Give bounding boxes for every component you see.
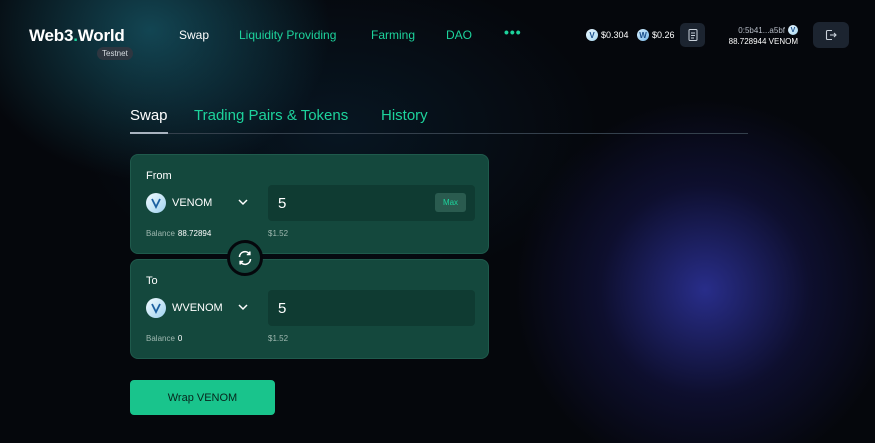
nav-farming[interactable]: Farming: [371, 28, 415, 42]
nav-dao[interactable]: DAO: [446, 28, 472, 42]
venom-coin-icon: V: [586, 29, 598, 41]
wallet-info[interactable]: 0:5b41...a5bf V 88.728944 VENOM: [729, 25, 798, 46]
brand-logo[interactable]: Web3.World Testnet: [29, 26, 133, 60]
from-usd-value: $1.52: [268, 229, 289, 238]
tab-swap[interactable]: Swap: [130, 107, 168, 124]
to-usd-value: $1.52: [268, 334, 289, 343]
to-amount-value: 5: [278, 299, 287, 317]
wvenom-price-value: $0.26: [652, 30, 675, 40]
to-title: To: [146, 275, 158, 287]
from-balance-label: Balance: [146, 229, 175, 238]
nav-more-menu[interactable]: •••: [504, 24, 522, 40]
from-card: From VENOM 5 Max Balance 88.72894 $1.52: [130, 154, 489, 254]
nav-liquidity-providing[interactable]: Liquidity Providing: [239, 28, 336, 42]
wrap-venom-button[interactable]: Wrap VENOM: [130, 380, 275, 415]
from-title: From: [146, 170, 172, 182]
from-balance-value: 88.72894: [177, 229, 212, 238]
to-amount-input[interactable]: 5: [268, 290, 475, 326]
tab-trading-pairs[interactable]: Trading Pairs & Tokens: [194, 107, 348, 124]
brand-name-main: Web3: [29, 26, 74, 45]
chevron-down-icon[interactable]: [237, 198, 249, 206]
tab-history[interactable]: History: [381, 107, 428, 124]
to-balance-label: Balance: [146, 334, 175, 343]
active-tab-indicator: [130, 132, 168, 134]
nav-swap[interactable]: Swap: [179, 28, 209, 42]
from-amount-input[interactable]: 5 Max: [268, 185, 475, 221]
brand-name-tail: World: [77, 26, 125, 45]
from-token-selector[interactable]: VENOM: [146, 193, 212, 213]
testnet-badge: Testnet: [97, 47, 133, 60]
transactions-button[interactable]: [680, 23, 705, 47]
venom-token-icon: [146, 193, 166, 213]
from-balance: Balance 88.72894: [146, 229, 211, 238]
from-amount-value: 5: [278, 194, 287, 212]
max-button[interactable]: Max: [435, 193, 466, 212]
to-card: To WVENOM 5 Balance 0 $1.52: [130, 259, 489, 359]
wallet-balance: 88.728944 VENOM: [728, 37, 798, 46]
receipt-icon: [688, 29, 697, 41]
logout-icon: [825, 29, 837, 41]
tabs-divider: [130, 133, 748, 134]
to-token-selector[interactable]: WVENOM: [146, 298, 223, 318]
from-token-name: VENOM: [172, 197, 213, 209]
logout-button[interactable]: [813, 22, 849, 48]
chevron-down-icon[interactable]: [237, 303, 249, 311]
wallet-address: 0:5b41...a5bf: [738, 25, 785, 35]
venom-coin-icon: V: [788, 25, 798, 35]
wvenom-price: W $0.26: [637, 29, 675, 41]
venom-price-value: $0.304: [601, 30, 629, 40]
wvenom-token-icon: [146, 298, 166, 318]
swap-direction-button[interactable]: [227, 240, 263, 276]
venom-price: V $0.304: [586, 29, 629, 41]
swap-arrows-icon: [238, 250, 252, 266]
to-token-name: WVENOM: [172, 302, 223, 314]
wvenom-coin-icon: W: [637, 29, 649, 41]
to-balance: Balance 0: [146, 334, 182, 343]
to-balance-value: 0: [177, 334, 183, 343]
